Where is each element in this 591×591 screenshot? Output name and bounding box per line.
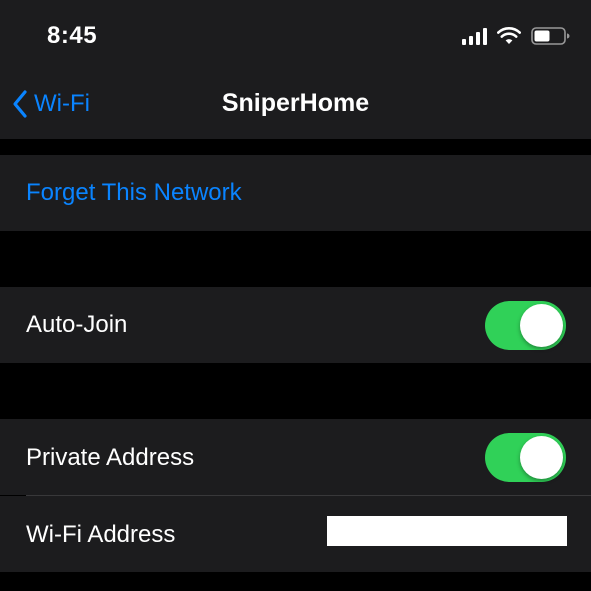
forget-network-cell[interactable]: Forget This Network	[0, 155, 591, 231]
wifi-icon	[497, 27, 521, 45]
private-address-toggle[interactable]	[485, 433, 566, 482]
private-address-cell: Private Address	[0, 419, 591, 495]
toggle-knob	[520, 436, 563, 479]
navigation-header: 8:45 Wi-Fi SniperHome	[0, 0, 591, 139]
battery-icon	[531, 26, 571, 46]
auto-join-label: Auto-Join	[26, 311, 128, 338]
page-title: SniperHome	[221, 89, 370, 117]
status-icons	[462, 25, 571, 47]
auto-join-cell: Auto-Join	[0, 287, 591, 363]
forget-network-label: Forget This Network	[26, 179, 242, 206]
wifi-address-label: Wi-Fi Address	[26, 521, 176, 548]
auto-join-toggle[interactable]	[485, 301, 566, 350]
status-time: 8:45	[47, 22, 98, 49]
toggle-knob	[520, 304, 563, 347]
cellular-signal-icon	[462, 27, 487, 45]
wifi-address-value-redacted	[327, 516, 567, 546]
private-address-label: Private Address	[26, 444, 195, 471]
wifi-address-cell: Wi-Fi Address	[0, 496, 591, 572]
